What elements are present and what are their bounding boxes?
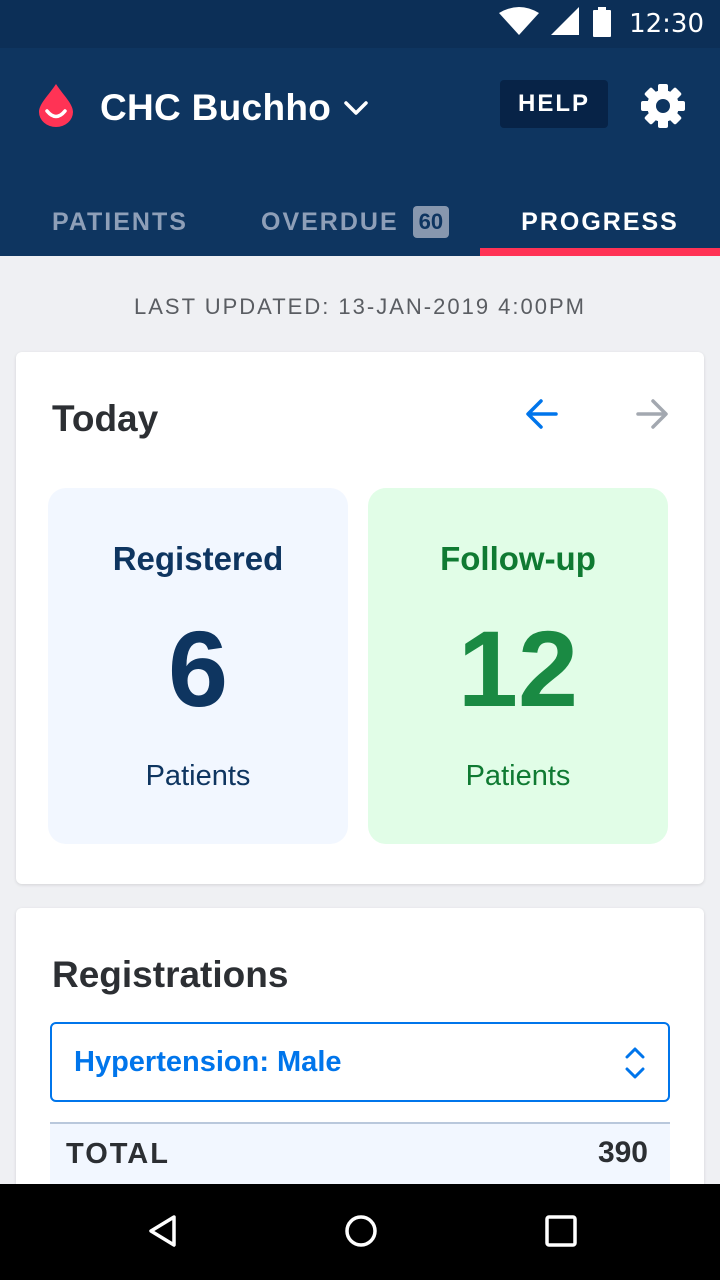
gear-icon[interactable] (641, 84, 685, 133)
registrations-filter-select[interactable]: Hypertension: Male (50, 1022, 670, 1102)
total-row: TOTAL 390 (50, 1122, 670, 1184)
tab-progress[interactable]: PROGRESS (480, 188, 720, 256)
tab-bar: PATIENTS OVERDUE 60 PROGRESS (0, 188, 720, 256)
registrations-filter-value: Hypertension: Male (74, 1045, 342, 1078)
tab-patients-label: PATIENTS (52, 207, 188, 236)
arrow-left-icon[interactable] (524, 396, 560, 437)
today-title: Today (52, 398, 159, 439)
registered-unit: Patients (145, 760, 251, 792)
tab-patients[interactable]: PATIENTS (52, 188, 188, 256)
recents-icon[interactable] (544, 1214, 578, 1253)
tab-overdue[interactable]: OVERDUE 60 (261, 188, 450, 256)
home-icon[interactable] (344, 1214, 378, 1253)
help-button[interactable]: HELP (500, 80, 608, 128)
registrations-card: Registrations Hypertension: Male TOTAL 3… (16, 908, 704, 1228)
facility-selector[interactable]: CHC Buchho (36, 82, 369, 133)
blood-drop-logo-icon (36, 82, 76, 133)
followup-label: Follow-up (440, 540, 596, 577)
app-bar: CHC Buchho HELP PATIENTS OVERDUE 60 PROG… (0, 48, 720, 256)
last-updated-text: LAST UPDATED: 13-JAN-2019 4:00PM (133, 294, 586, 319)
chevron-up-down-icon (624, 1046, 646, 1085)
system-nav-bar (0, 1184, 720, 1280)
registrations-title: Registrations (52, 954, 289, 995)
tab-overdue-label: OVERDUE (261, 207, 399, 236)
followup-count: 12 (457, 608, 579, 729)
today-card: Today Registered 6 Patients Follow-up 12… (16, 352, 704, 884)
battery-icon (593, 6, 612, 42)
status-icons: 12:30 (499, 0, 704, 48)
overdue-count-badge: 60 (412, 206, 450, 238)
arrow-right-icon[interactable] (634, 396, 670, 437)
status-bar: 12:30 (0, 0, 720, 48)
facility-name: CHC Buchho (100, 86, 332, 128)
wifi-icon (499, 6, 540, 42)
back-icon[interactable] (146, 1214, 180, 1253)
registered-count: 6 (167, 608, 229, 729)
total-value: 390 (597, 1136, 648, 1169)
chevron-down-icon (343, 99, 369, 122)
cell-signal-icon (551, 6, 581, 42)
registered-stat-box: Registered 6 Patients (48, 488, 348, 844)
followup-unit: Patients (465, 760, 571, 792)
status-time: 12:30 (629, 9, 704, 39)
total-label: TOTAL (66, 1138, 170, 1170)
registered-label: Registered (112, 540, 284, 577)
tab-progress-label: PROGRESS (521, 207, 679, 236)
followup-stat-box: Follow-up 12 Patients (368, 488, 668, 844)
active-tab-indicator (480, 248, 720, 256)
